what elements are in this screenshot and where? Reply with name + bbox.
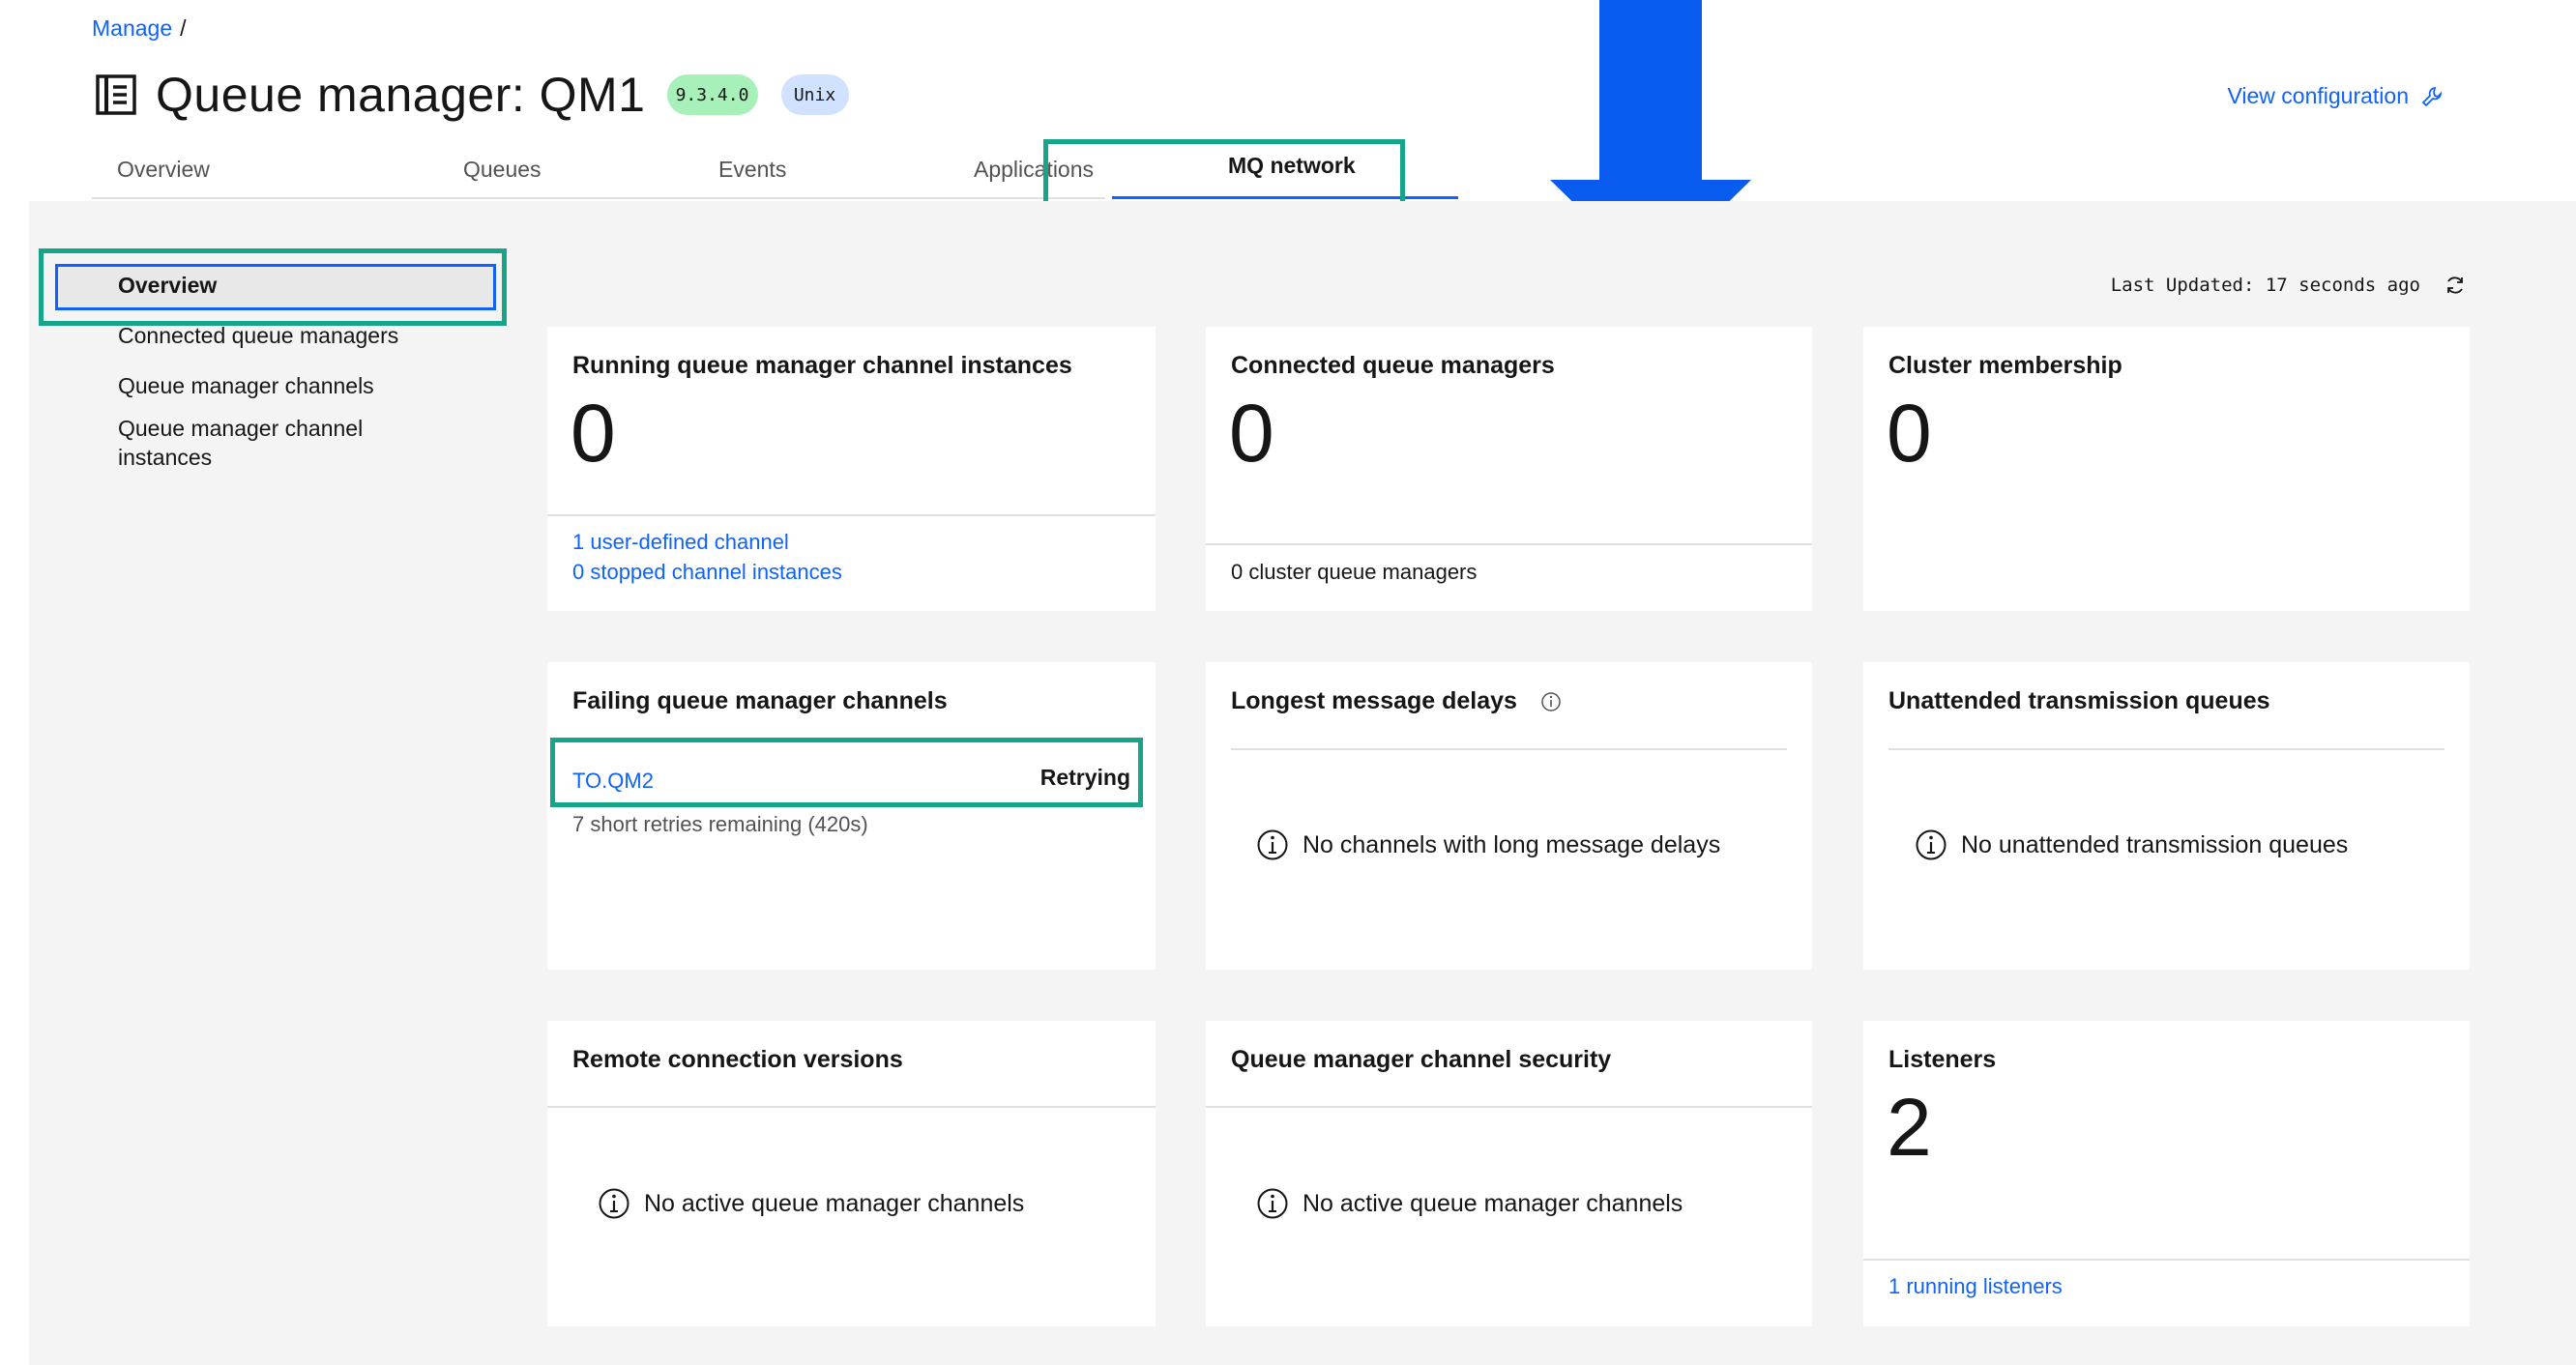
empty-state-text: No channels with long message delays (1303, 830, 1721, 858)
running-listeners-link[interactable]: 1 running listeners (1888, 1274, 2063, 1299)
card-remote-connection-versions: Remote connection versions No active que… (547, 1021, 1156, 1326)
refresh-icon[interactable] (2444, 274, 2467, 297)
subnav-item-queue-manager-channels[interactable]: Queue manager channels (118, 371, 374, 400)
info-icon (1257, 829, 1288, 860)
card-title: Connected queue managers (1231, 352, 1555, 379)
card-title: Remote connection versions (572, 1046, 903, 1073)
card-divider (1206, 1106, 1812, 1108)
card-divider (1863, 1259, 2470, 1261)
stopped-channel-instances-link[interactable]: 0 stopped channel instances (572, 560, 842, 585)
info-icon (1916, 829, 1947, 860)
card-unattended-transmission-queues: Unattended transmission queues No unatte… (1863, 662, 2470, 970)
card-count: 2 (1887, 1082, 1932, 1173)
highlight-box-overview (39, 248, 507, 326)
card-connected-queue-managers: Connected queue managers 0 0 cluster que… (1206, 327, 1812, 611)
breadcrumb-manage-link[interactable]: Manage (92, 15, 172, 41)
wrench-icon (2421, 86, 2443, 106)
empty-state-text: No active queue manager channels (1303, 1189, 1683, 1217)
retry-detail: 7 short retries remaining (420s) (572, 812, 868, 836)
tab-queues[interactable]: Queues (345, 145, 599, 199)
breadcrumb-separator: / (180, 15, 187, 41)
card-cluster-membership: Cluster membership 0 (1863, 327, 2470, 611)
card-divider (1888, 748, 2444, 750)
card-count: 0 (571, 388, 616, 479)
card-title: Longest message delays (1231, 687, 1517, 714)
tab-events[interactable]: Events (599, 145, 852, 199)
breadcrumb: Manage / (92, 15, 187, 42)
subnav-item-line: instances (118, 445, 213, 470)
card-title: Queue manager channel security (1231, 1046, 1612, 1073)
document-icon (96, 74, 136, 115)
info-icon[interactable] (1540, 691, 1562, 712)
tab-overview[interactable]: Overview (92, 145, 345, 199)
info-icon (1257, 1188, 1288, 1219)
empty-state: No unattended transmission queues (1915, 828, 2348, 861)
card-divider (547, 1106, 1156, 1108)
card-title: Listeners (1888, 1046, 1997, 1073)
card-title: Unattended transmission queues (1888, 687, 2270, 714)
empty-state: No active queue manager channels (598, 1187, 1024, 1220)
info-icon (599, 1188, 629, 1219)
card-longest-message-delays: Longest message delays No channels with … (1206, 662, 1812, 970)
card-title: Failing queue manager channels (572, 687, 948, 714)
view-configuration-link[interactable]: View configuration (2227, 83, 2444, 109)
card-count: 0 (1887, 388, 1932, 479)
card-divider (547, 514, 1156, 516)
subnav-item-line: Queue manager channel (118, 416, 364, 441)
card-failing-channels: Failing queue manager channels TO.QM2 Re… (547, 662, 1156, 970)
user-defined-channel-link[interactable]: 1 user-defined channel (572, 530, 789, 555)
cluster-queue-managers-count: 0 cluster queue managers (1231, 560, 1478, 584)
page-title: Queue manager: QM1 (156, 68, 646, 122)
card-divider (1231, 748, 1787, 750)
empty-state-text: No unattended transmission queues (1961, 830, 2349, 858)
card-title-row: Longest message delays (1231, 687, 1562, 715)
page-header: Queue manager: QM1 9.3.4.0 Unix (94, 66, 849, 124)
card-channel-security: Queue manager channel security No active… (1206, 1021, 1812, 1326)
last-updated-text: Last Updated: 17 seconds ago (2110, 275, 2420, 296)
card-divider (1206, 543, 1812, 545)
last-updated: Last Updated: 17 seconds ago (2111, 274, 2467, 297)
card-running-channel-instances: Running queue manager channel instances … (547, 327, 1156, 611)
empty-state-text: No active queue manager channels (644, 1189, 1025, 1217)
subnav-item-queue-manager-channel-instances[interactable]: Queue manager channel instances (118, 414, 363, 472)
card-title: Running queue manager channel instances (572, 352, 1072, 379)
view-configuration-label: View configuration (2227, 83, 2409, 108)
card-listeners: Listeners 2 1 running listeners (1863, 1021, 2470, 1326)
version-tag: 9.3.4.0 (666, 74, 758, 115)
os-tag: Unix (780, 74, 849, 115)
card-title: Cluster membership (1888, 352, 2122, 379)
empty-state: No channels with long message delays (1256, 828, 1720, 861)
card-count: 0 (1229, 388, 1274, 479)
highlight-box-channel (550, 738, 1143, 807)
empty-state: No active queue manager channels (1256, 1187, 1683, 1220)
